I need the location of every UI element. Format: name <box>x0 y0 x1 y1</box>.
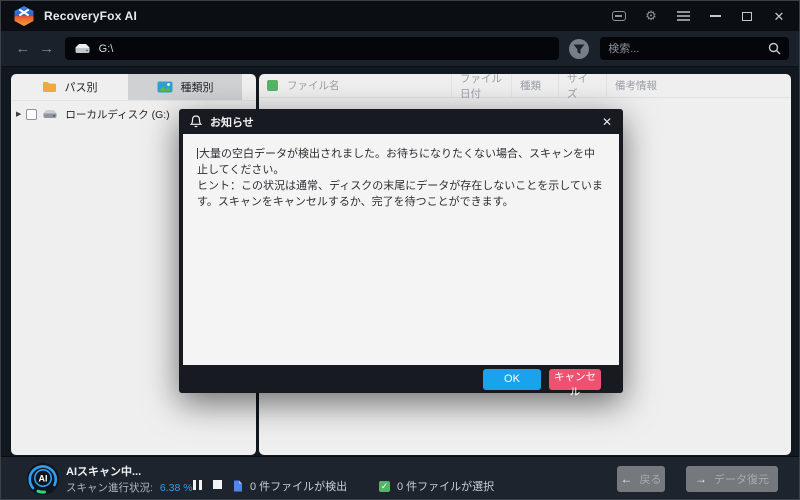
search-icon[interactable] <box>768 42 781 55</box>
settings-gear-icon[interactable]: ⚙ <box>643 8 659 24</box>
close-button[interactable]: ✕ <box>771 8 787 24</box>
maximize-button[interactable] <box>739 8 755 24</box>
files-selected-status: ✓ 0 件ファイルが選択 <box>379 478 494 494</box>
select-all-checkbox[interactable] <box>267 80 278 91</box>
forward-nav-arrow[interactable]: → <box>35 40 59 57</box>
ai-scan-badge-icon: AI <box>25 461 61 499</box>
files-selected-text: 0 件ファイルが選択 <box>397 481 495 493</box>
tab-by-type[interactable]: 種類別 <box>128 74 242 100</box>
selected-check-icon: ✓ <box>379 480 390 492</box>
column-size[interactable]: サイズ <box>558 74 606 100</box>
back-button[interactable]: ← 戻る <box>617 466 665 492</box>
statusbar: AI AIスキャン中... スキャン進行状況: 6.38 % 0 件ファイルが検… <box>1 456 799 499</box>
tab-by-path[interactable]: パス別 <box>11 74 128 100</box>
dialog-message-line2: ヒント：この状況は通常、ディスクの末尾にデータが存在しないことを示しています。ス… <box>197 179 603 208</box>
pause-scan-icon[interactable] <box>193 480 203 490</box>
app-logo-icon <box>13 6 35 26</box>
bell-icon <box>190 115 202 128</box>
file-table-header: ファイル名 ファイル日付 種類 サイズ 備考情報 <box>259 74 791 100</box>
dialog-title: お知らせ <box>210 116 254 129</box>
dialog-close-icon[interactable]: ✕ <box>602 116 612 128</box>
file-doc-icon <box>233 480 243 492</box>
titlebar-controls: ⚙ ✕ <box>611 8 787 24</box>
folder-icon <box>42 81 57 93</box>
back-nav-arrow[interactable]: ← <box>11 40 35 57</box>
recover-data-button[interactable]: → データ復元 <box>686 466 778 492</box>
text-caret <box>197 148 198 159</box>
svg-text:AI: AI <box>39 474 48 484</box>
titlebar: RecoveryFox AI ⚙ ✕ <box>1 1 799 31</box>
filter-icon[interactable] <box>568 38 590 60</box>
dialog-message: 大量の空白データが検出されました。お待ちになりたくない場合、スキャンを中止してく… <box>183 134 619 365</box>
image-icon <box>157 81 173 93</box>
stop-scan-icon[interactable] <box>213 480 222 489</box>
tab-by-type-label: 種類別 <box>180 82 214 94</box>
recover-arrow-icon: → <box>695 472 707 486</box>
expander-icon[interactable]: ▶ <box>16 110 21 118</box>
drive-path-selector[interactable]: G:\ <box>64 37 560 60</box>
back-arrow-icon: ← <box>620 472 633 486</box>
cancel-button[interactable]: キャンセル <box>549 368 601 398</box>
files-detected-text: 0 件ファイルが検出 <box>250 481 348 493</box>
dialog-message-line1: 大量の空白データが検出されました。お待ちになりたくない場合、スキャンを中止してく… <box>197 148 595 176</box>
files-detected-status: 0 件ファイルが検出 <box>233 478 347 494</box>
scan-progress-label: スキャン進行状況: <box>66 482 153 494</box>
scan-progress-value: 6.38 % <box>159 482 193 494</box>
ok-button[interactable]: OK <box>483 368 541 390</box>
notice-dialog-header: お知らせ ✕ <box>179 109 623 134</box>
scan-progress: スキャン進行状況: 6.38 % <box>66 480 193 495</box>
app-title: RecoveryFox AI <box>44 9 138 23</box>
column-notes[interactable]: 備考情報 <box>606 74 791 97</box>
menu-icon[interactable] <box>675 8 691 24</box>
app-window: RecoveryFox AI ⚙ ✕ ← → G:\ 検索... パス別 種類別… <box>0 0 800 500</box>
content-area: パス別 種類別 ▶ ローカルディスク (G:) ファイル名 ファイル日付 種類 … <box>1 67 799 456</box>
search-box <box>600 37 789 60</box>
column-filename-label: ファイル名 <box>287 80 340 92</box>
tab-by-path-label: パス別 <box>64 82 98 94</box>
tree-item-checkbox[interactable] <box>26 108 38 120</box>
drive-path-text: G:\ <box>98 42 114 55</box>
column-type[interactable]: 種類 <box>511 74 558 97</box>
sidebar-tabs: パス別 種類別 <box>11 74 256 101</box>
column-filedate[interactable]: ファイル日付 <box>451 74 511 100</box>
tree-item-label: ローカルディスク (G:) <box>65 108 170 121</box>
search-input[interactable] <box>608 42 768 55</box>
disk-icon <box>42 109 58 119</box>
drive-icon <box>74 43 91 54</box>
dialog-footer: OK キャンセル <box>179 365 623 398</box>
toolbar: ← → G:\ <box>1 31 799 67</box>
minimize-button[interactable] <box>707 8 723 24</box>
column-filename[interactable]: ファイル名 <box>259 74 451 97</box>
scan-status-title: AIスキャン中... <box>66 466 142 478</box>
feedback-chat-icon[interactable] <box>611 8 627 24</box>
notice-dialog: お知らせ ✕ 大量の空白データが検出されました。お待ちになりたくない場合、スキャ… <box>179 109 623 398</box>
